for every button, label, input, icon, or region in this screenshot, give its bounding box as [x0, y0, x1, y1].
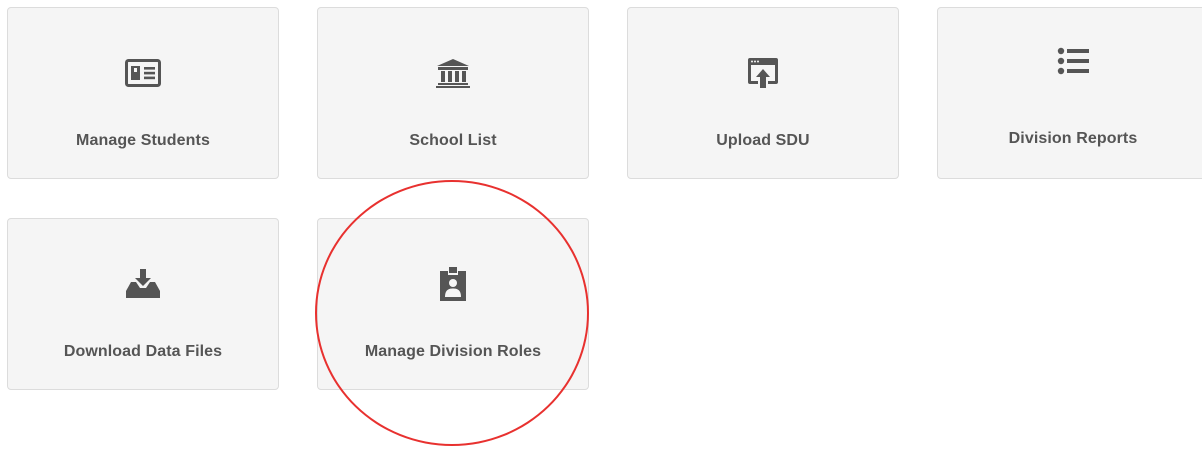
list-icon	[938, 40, 1202, 82]
manage-division-roles-label: Manage Division Roles	[364, 343, 542, 360]
division-reports-label: Division Reports	[1008, 130, 1138, 147]
school-list-tile[interactable]: School List	[317, 7, 589, 179]
manage-students-label: Manage Students	[76, 132, 210, 149]
manage-students-tile[interactable]: Manage Students	[7, 7, 279, 179]
upload-sdu-tile[interactable]: Upload SDU	[627, 7, 899, 179]
school-list-label: School List	[409, 132, 497, 149]
upload-sdu-label: Upload SDU	[716, 132, 810, 149]
institution-icon	[318, 52, 588, 94]
manage-division-roles-tile[interactable]: Manage Division Roles	[317, 218, 589, 390]
download-tray-icon	[8, 263, 278, 305]
division-reports-tile[interactable]: Division Reports	[937, 7, 1202, 179]
upload-window-icon	[628, 52, 898, 94]
download-data-files-tile[interactable]: Download Data Files	[7, 218, 279, 390]
id-card-icon	[8, 52, 278, 94]
badge-user-icon	[318, 263, 588, 305]
download-data-files-label: Download Data Files	[63, 343, 223, 360]
